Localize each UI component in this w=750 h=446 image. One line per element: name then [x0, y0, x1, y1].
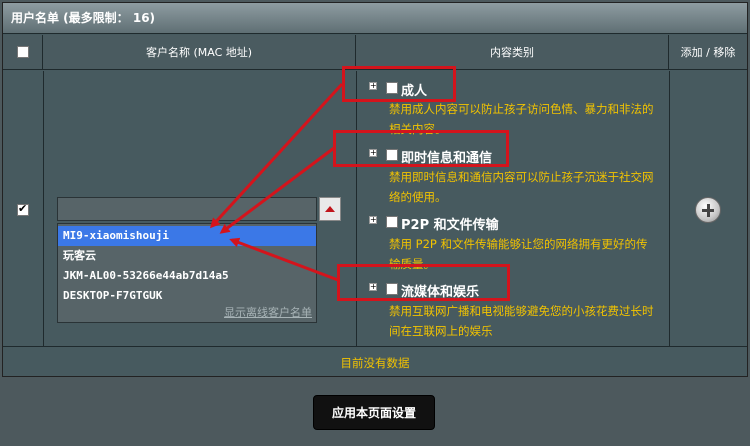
annotation-arrows	[209, 82, 344, 282]
arrow-streaming	[229, 237, 339, 282]
arrow-im	[219, 146, 335, 234]
